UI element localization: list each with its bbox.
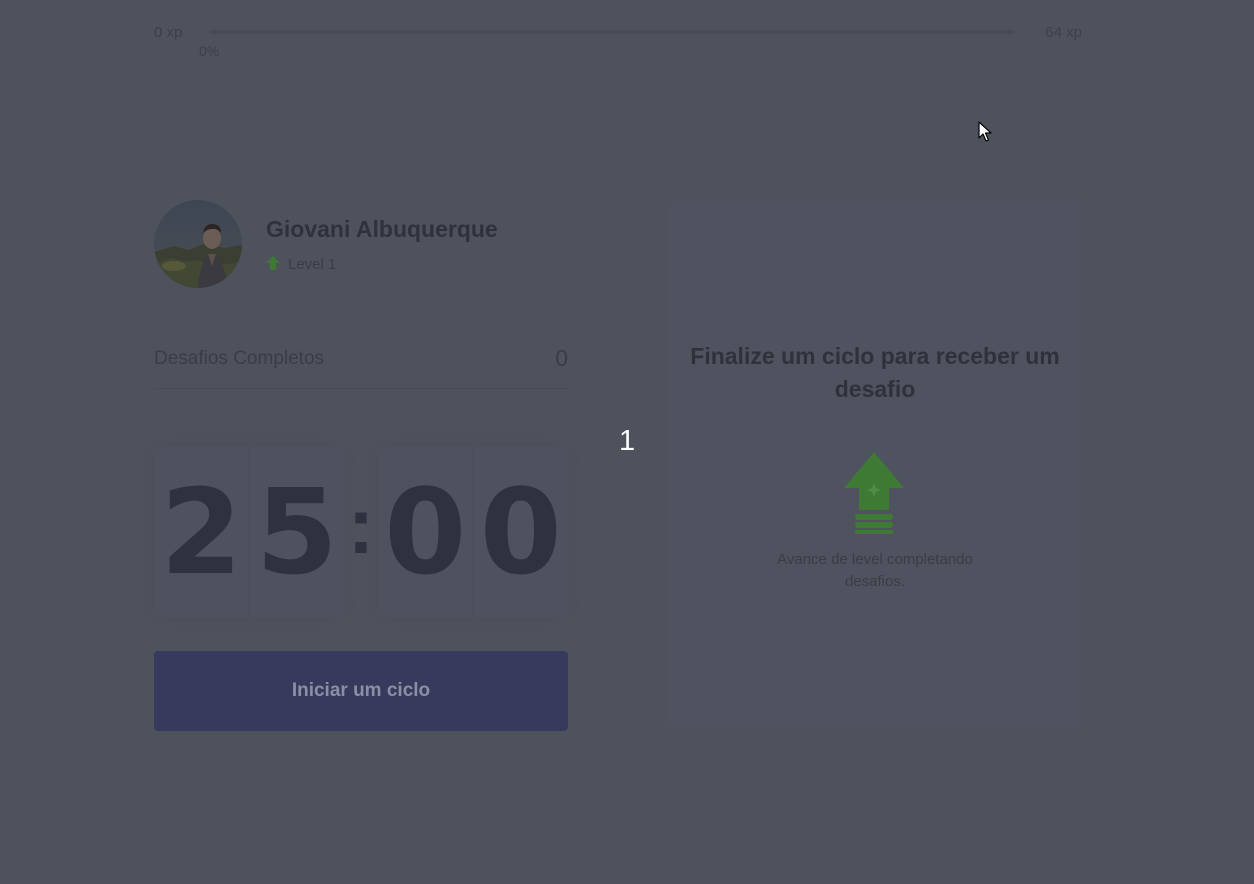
completed-challenges: Desafios Completos 0 [154, 338, 568, 389]
level-up-icon [843, 452, 905, 534]
avatar [154, 200, 242, 288]
countdown-timer: 2 5 : 0 0 [154, 446, 568, 618]
minutes-ones-digit: 5 [255, 463, 338, 601]
seconds-tens-digit: 0 [378, 446, 474, 618]
level-up-arrow-icon [266, 256, 280, 272]
seconds-ones-digit: 0 [479, 463, 562, 601]
countdown-separator: : [347, 481, 375, 570]
experience-bar: 0 xp 0% 64 xp [154, 22, 1082, 62]
challenge-box-title: Finalize um ciclo para receber um desafi… [690, 343, 1060, 402]
completed-challenges-count: 0 [555, 345, 568, 371]
level-indicator: Level 1 [266, 254, 336, 274]
mouse-cursor-icon [978, 121, 992, 143]
profile: Giovani Albuquerque Level 1 [154, 200, 568, 288]
xp-min-label: 0 xp [154, 24, 183, 41]
xp-progress-track [210, 30, 1014, 34]
minutes-tens-digit: 2 [154, 446, 250, 618]
level-label: Level 1 [288, 255, 337, 273]
countdown-seconds: 0 0 [378, 446, 568, 618]
overlay-number: 1 [619, 425, 636, 457]
completed-challenges-label: Desafios Completos [154, 348, 325, 369]
challenge-box: Finalize um ciclo para receber um desafi… [668, 200, 1082, 730]
countdown-minutes: 2 5 [154, 446, 344, 618]
xp-current-percent: 0% [199, 43, 220, 59]
challenge-box-hint: Avance de level completando desafios. [777, 551, 973, 590]
profile-name: Giovani Albuquerque [266, 216, 498, 242]
xp-max-label: 64 xp [1045, 24, 1082, 41]
start-cycle-button[interactable]: Iniciar um ciclo [154, 651, 568, 731]
